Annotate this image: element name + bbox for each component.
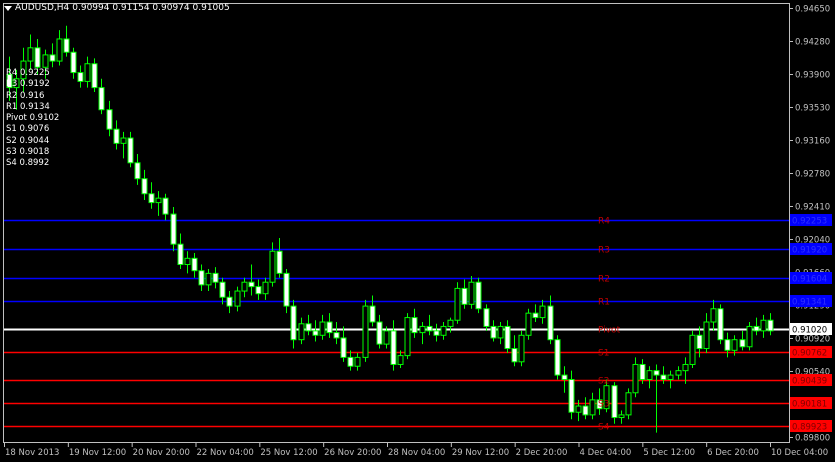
candle [525,308,532,340]
price-tick-label: 0.89800 [795,434,830,444]
candle [404,313,411,360]
candle [475,277,482,314]
chart-header[interactable]: AUDUSD,H4 0.90994 0.91154 0.90974 0.9100… [4,3,230,13]
time-tick-label: 20 Nov 20:00 [133,448,190,458]
candle [518,330,525,367]
level-tag-text: 0.90439 [792,377,827,387]
symbol-label: AUDUSD,H4 [15,3,70,13]
pivot-values-list: R4 0.9225 R3 0.9192 R2 0.916 R1 0.9134 P… [6,68,59,170]
pivot-p: Pivot 0.9102 [6,113,60,124]
time-tick-label: 29 Nov 12:00 [452,448,509,458]
candle [91,58,98,93]
pivot-s2: S2 0.9044 [6,135,50,146]
price-tick-label: 0.93900 [795,71,830,81]
pivot-r2: R2 0.916 [6,90,45,101]
candle [689,330,696,369]
price-tick-label: 0.90920 [795,335,830,345]
time-tick-label: 6 Dec 20:00 [707,448,759,458]
level-label-pivot: Pivot [598,326,621,336]
candle [717,304,724,345]
pivot-r3: R3 0.9192 [6,79,50,90]
level-label-r3: R3 [598,246,610,256]
level-label-r2: R2 [598,275,610,285]
level-label-r1: R1 [598,298,610,308]
price-tick-label: 0.93530 [795,104,830,114]
level-tag-text: 0.91604 [792,275,827,285]
level-tag-text: 0.92253 [792,217,827,227]
candle [362,299,369,362]
price-tick-label: 0.92780 [795,170,830,180]
price-chart[interactable]: R4 R3 R2 R1 Pivot S1 S2 S3 S4 0.94650 0.94280 0.93… [0,0,835,462]
candle [283,268,290,314]
pivot-s1: S1 0.9076 [6,124,50,135]
candle [611,382,618,424]
time-tick-label: 18 Nov 2013 [5,448,59,458]
pivot-s3: S3 0.9018 [6,147,50,158]
candle [170,207,177,252]
level-label-r4: R4 [598,217,610,227]
time-tick-label: 4 Dec 04:00 [580,448,632,458]
level-tag-text: 0.89923 [792,423,827,433]
price-tick-label: 0.92410 [795,203,830,213]
pivot-r1: R1 0.9134 [6,101,50,112]
level-label-s4: S4 [598,423,610,433]
time-tick-label: 19 Nov 12:00 [69,448,126,458]
candle [746,322,753,351]
time-tick-label: 2 Dec 20:00 [516,448,568,458]
time-tick-label: 28 Nov 04:00 [388,448,445,458]
candle [483,304,490,331]
level-label-s3: S3 [598,400,609,410]
pivot-r4: R4 0.9225 [6,68,50,78]
time-tick-label: 25 Nov 12:00 [260,448,317,458]
level-tag-text: 0.91341 [792,298,827,308]
candle [454,282,461,324]
pivot-s4: S4 0.8992 [6,158,50,169]
time-tick-label: 22 Nov 04:00 [197,448,254,458]
level-label-s1: S1 [598,349,609,359]
level-tag-text: 0.91920 [792,246,827,256]
level-tag-text: 0.91020 [792,326,827,336]
price-tick-label: 0.94650 [795,5,830,15]
candle [554,335,561,380]
ohlc-values: 0.90994 0.91154 0.90974 0.91005 [72,3,230,13]
time-tick-label: 5 Dec 12:00 [643,448,695,458]
level-tag-text: 0.90181 [792,400,827,410]
time-tick-label: 26 Nov 20:00 [324,448,381,458]
time-tick-label: 10 Dec 04:00 [771,448,828,458]
level-label-s2: S2 [598,377,609,387]
candle [625,388,632,420]
level-tag-text: 0.90762 [792,349,827,359]
chevron-down-icon[interactable] [4,5,12,11]
price-tick-label: 0.93160 [795,137,830,147]
price-tick-label: 0.94280 [795,38,830,48]
